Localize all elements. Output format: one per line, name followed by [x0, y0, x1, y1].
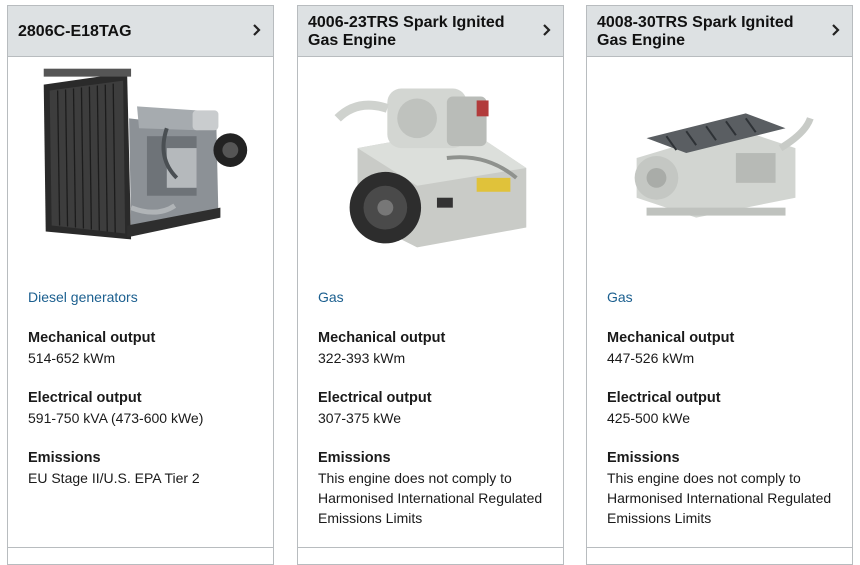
card-title: 4008-30TRS Spark Ignited Gas Engine [597, 14, 794, 49]
mechanical-output-label: Mechanical output [607, 330, 735, 346]
product-card-2806c: 2806C-E18TAG Diesel generators Mechanica… [7, 5, 274, 565]
card-divider [298, 547, 563, 548]
diesel-generator-image [43, 68, 248, 240]
emissions-value: This engine does not comply to Harmonise… [318, 470, 543, 526]
product-card-4008: 4008-30TRS Spark Ignited Gas Engine Gas … [586, 5, 853, 565]
electrical-output-label: Electrical output [28, 390, 142, 406]
mechanical-output-value: 447-526 kWm [607, 350, 695, 366]
gas-engine-image [334, 88, 527, 248]
card-header-link[interactable]: 2806C-E18TAG [8, 6, 273, 57]
product-card-4006: 4006-23TRS Spark Ignited Gas Engine Gas … [297, 5, 564, 565]
category-link[interactable]: Gas [318, 289, 344, 305]
chevron-right-icon [832, 24, 840, 36]
electrical-output-label: Electrical output [318, 390, 432, 406]
mechanical-output-label: Mechanical output [28, 330, 156, 346]
card-header-link[interactable]: 4008-30TRS Spark Ignited Gas Engine [587, 6, 852, 57]
electrical-output-value: 591-750 kVA (473-600 kWe) [28, 410, 204, 426]
mechanical-output-value: 514-652 kWm [28, 350, 116, 366]
electrical-output-label: Electrical output [607, 390, 721, 406]
category-link[interactable]: Diesel generators [28, 289, 138, 305]
card-divider [587, 547, 852, 548]
category-link[interactable]: Gas [607, 289, 633, 305]
electrical-output-value: 425-500 kWe [607, 410, 691, 426]
card-title: 4006-23TRS Spark Ignited Gas Engine [308, 14, 505, 49]
chevron-right-icon [253, 24, 261, 36]
emissions-value: EU Stage II/U.S. EPA Tier 2 [28, 470, 200, 486]
emissions-label: Emissions [318, 450, 391, 466]
mechanical-output-value: 322-393 kWm [318, 350, 406, 366]
card-header-link[interactable]: 4006-23TRS Spark Ignited Gas Engine [298, 6, 563, 57]
gas-engine-image [634, 113, 814, 218]
electrical-output-value: 307-375 kWe [318, 410, 402, 426]
card-divider [8, 547, 273, 548]
chevron-right-icon [543, 24, 551, 36]
card-title: 2806C-E18TAG [18, 23, 132, 40]
mechanical-output-label: Mechanical output [318, 330, 446, 346]
emissions-label: Emissions [28, 450, 101, 466]
emissions-label: Emissions [607, 450, 680, 466]
emissions-value: This engine does not comply to Harmonise… [607, 470, 832, 526]
